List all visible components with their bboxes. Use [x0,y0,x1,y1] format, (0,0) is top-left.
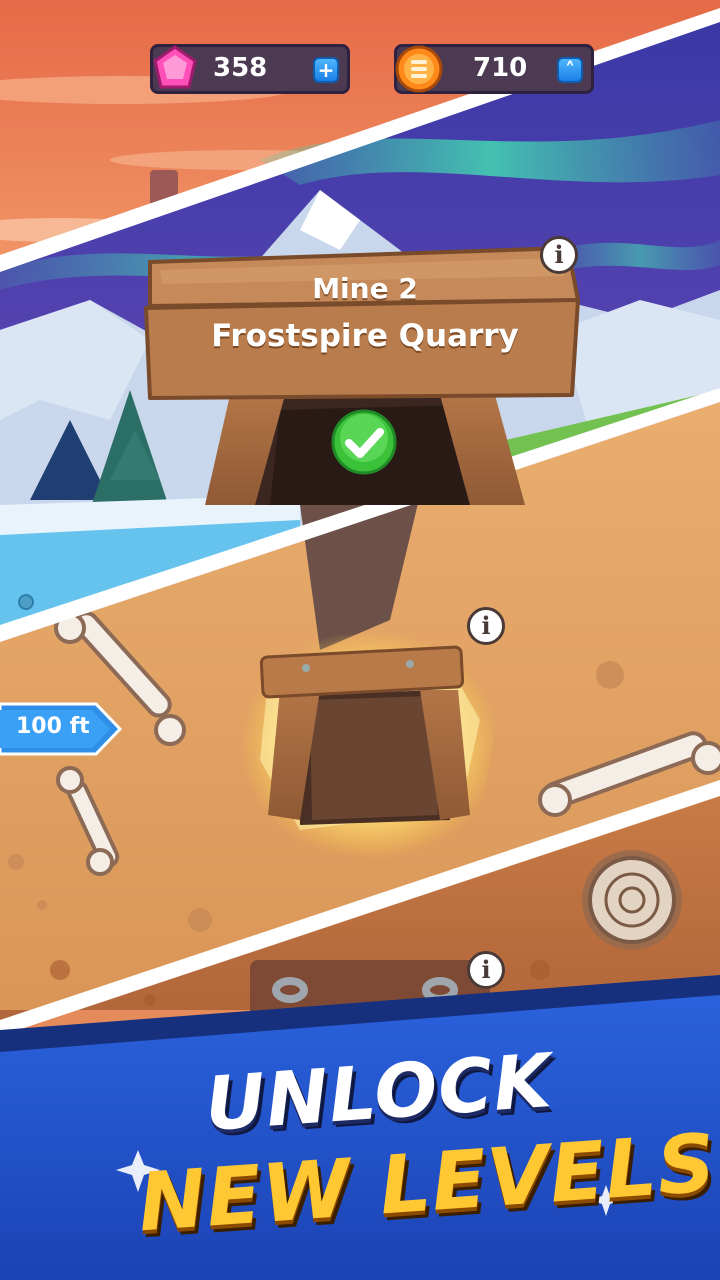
gem-count: 358 [213,53,268,83]
mine-name-label: Frostspire Quarry [211,318,519,354]
mine-2-info-button[interactable]: i [540,236,578,274]
add-coins-button[interactable]: ˄ [557,57,583,83]
mine-number-label: Mine 2 [312,272,418,305]
mine-4-info-button[interactable]: i [467,951,505,989]
coin-counter: 710 ˄ [394,44,594,94]
depth-label: 100 ft [16,714,90,739]
add-gems-button[interactable]: + [313,57,339,83]
depth-marker: 100 ft [0,700,124,758]
completed-check-icon [331,409,397,475]
mine-3-entrance[interactable] [250,640,490,840]
coin-count: 710 [473,53,528,83]
gem-counter: 358 + [150,44,350,94]
coin-icon [395,45,443,93]
gem-icon [153,45,197,89]
